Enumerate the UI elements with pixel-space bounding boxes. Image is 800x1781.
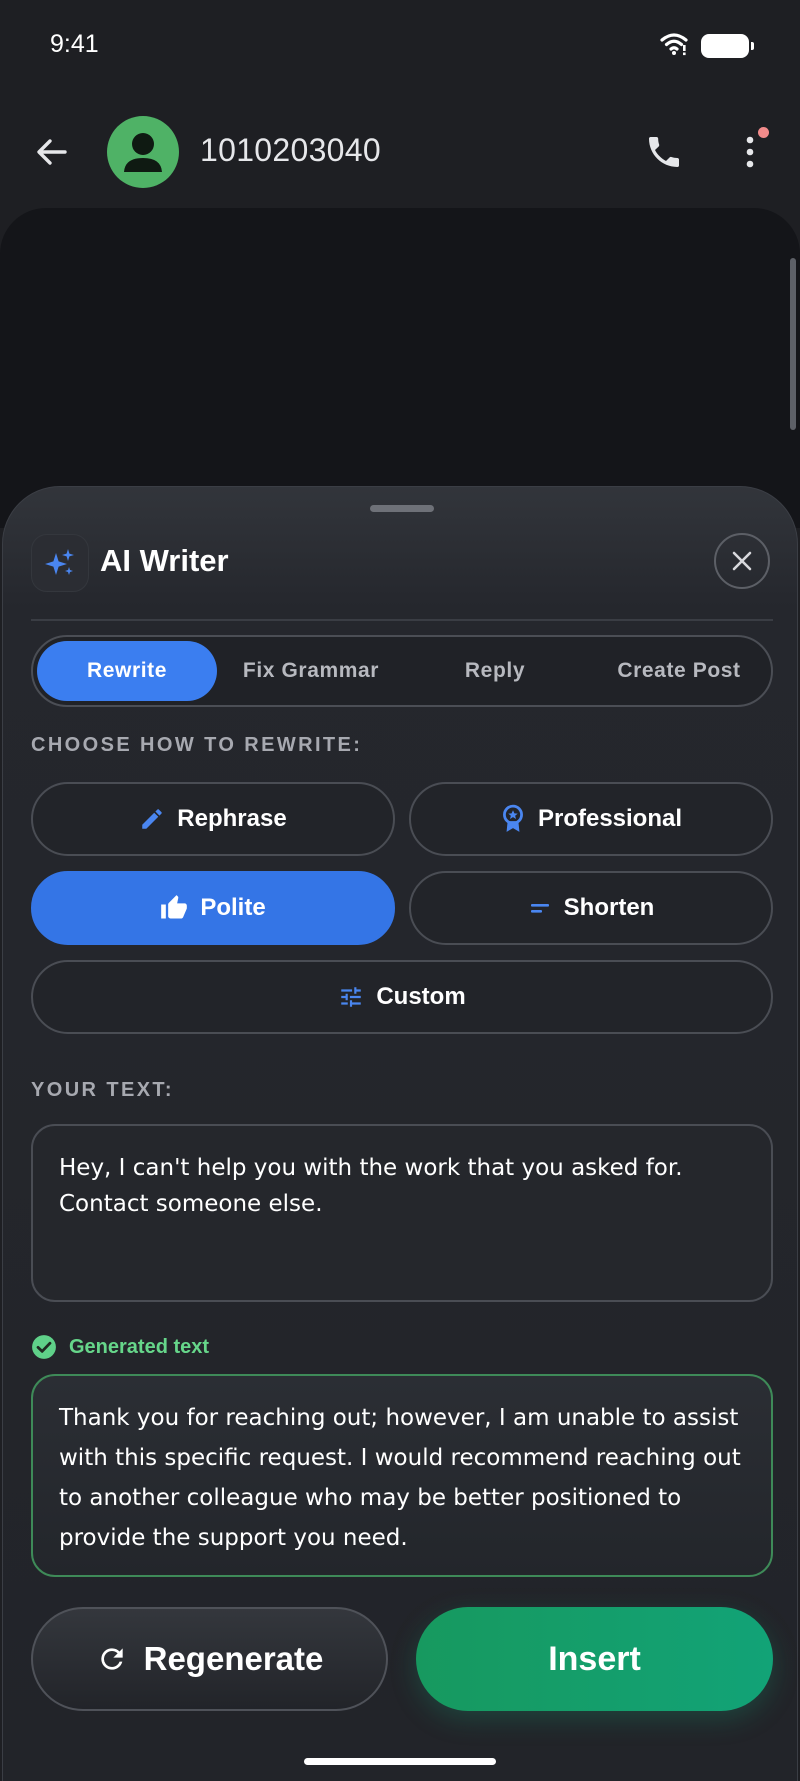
rephrase-label: Rephrase: [177, 805, 287, 832]
generated-status: Generated text: [31, 1334, 209, 1360]
drag-handle[interactable]: [370, 505, 434, 512]
insert-label: Insert: [548, 1639, 641, 1678]
refresh-icon: [100, 1648, 123, 1670]
status-bar: 9:41: [0, 0, 800, 92]
pencil-icon: [142, 809, 163, 829]
professional-button[interactable]: Professional: [409, 782, 773, 856]
conversation-header: 1010203040: [0, 100, 800, 204]
status-time: 9:41: [50, 30, 99, 58]
shorten-label: Shorten: [563, 894, 655, 921]
generated-text-label: Generated text: [69, 1335, 210, 1358]
award-icon: [503, 804, 523, 832]
close-button[interactable]: [714, 533, 770, 589]
rewrite-section-label: CHOOSE HOW TO REWRITE:: [31, 734, 363, 756]
custom-button[interactable]: Custom: [31, 960, 773, 1034]
phone-icon[interactable]: [644, 132, 684, 176]
custom-label: Custom: [376, 983, 466, 1010]
your-text-label: YOUR TEXT:: [31, 1079, 174, 1101]
tune-icon: [341, 987, 362, 1007]
thumbs-up-icon: [161, 895, 188, 919]
check-circle-icon: [32, 1335, 56, 1359]
more-options-icon[interactable]: [738, 130, 762, 174]
shorten-button[interactable]: Shorten: [409, 871, 773, 945]
back-arrow-icon[interactable]: [32, 132, 72, 172]
notification-dot: [758, 127, 769, 138]
regenerate-label: Regenerate: [143, 1640, 324, 1677]
divider: [31, 619, 773, 621]
ai-writer-sheet: AI Writer Rewrite Fix Grammar Reply Crea…: [2, 486, 798, 1781]
tab-reply[interactable]: Reply: [405, 641, 585, 701]
tab-create-post[interactable]: Create Post: [589, 641, 769, 701]
tab-fix-grammar[interactable]: Fix Grammar: [221, 641, 401, 701]
wifi-icon: [660, 32, 688, 60]
battery-icon: [701, 34, 754, 58]
close-icon: [732, 551, 752, 571]
short-text-icon: [530, 904, 549, 913]
generated-text-line: Thank you for reaching out; however, I a…: [59, 1405, 739, 1431]
avatar[interactable]: [107, 116, 179, 188]
person-icon: [124, 133, 162, 172]
generated-text-line: with this specific request. I would reco…: [59, 1445, 741, 1471]
insert-button[interactable]: Insert: [416, 1607, 773, 1711]
regenerate-button[interactable]: Regenerate: [31, 1607, 388, 1711]
input-text-line: Contact someone else.: [59, 1191, 323, 1217]
mode-tabs: Rewrite Fix Grammar Reply Create Post: [31, 635, 773, 707]
tab-rewrite[interactable]: Rewrite: [37, 641, 217, 701]
scrollbar[interactable]: [790, 258, 796, 430]
your-text-input[interactable]: Hey, I can't help you with the work that…: [31, 1124, 773, 1302]
polite-label: Polite: [200, 894, 266, 921]
input-text-line: Hey, I can't help you with the work that…: [59, 1155, 683, 1181]
sheet-title: AI Writer: [100, 543, 229, 578]
contact-number: 1010203040: [200, 132, 381, 168]
conversation-area: [0, 208, 800, 528]
polite-button[interactable]: Polite: [31, 871, 395, 945]
generated-text-line: provide the support you need.: [59, 1525, 408, 1551]
generated-text-box[interactable]: Thank you for reaching out; however, I a…: [31, 1374, 773, 1577]
generated-text-line: to another colleague who may be better p…: [59, 1485, 682, 1511]
professional-label: Professional: [537, 805, 683, 832]
sparkle-icon: [31, 534, 89, 592]
home-indicator[interactable]: [304, 1758, 496, 1765]
rephrase-button[interactable]: Rephrase: [31, 782, 395, 856]
